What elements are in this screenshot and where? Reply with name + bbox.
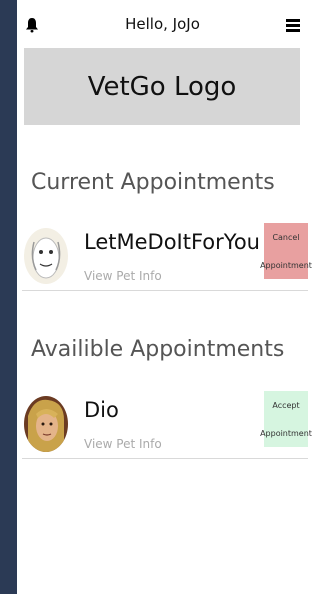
accept-appointment-button[interactable]: Accept Appointment — [260, 391, 312, 447]
view-pet-info-link[interactable]: View Pet Info — [84, 437, 162, 451]
cancel-button-label-2: Appointment — [260, 260, 312, 270]
accept-button-label: Accept — [272, 400, 300, 410]
top-bar: Hello, JoJo — [17, 0, 308, 48]
left-rail — [0, 0, 17, 594]
pet-name: Dio — [84, 398, 119, 422]
available-appointment-row: Dio View Pet Info Accept Appointment — [22, 390, 312, 459]
current-appointment-row: LetMeDoItForYou View Pet Info Cancel App… — [22, 222, 312, 291]
greeting-text: Hello, JoJo — [125, 15, 200, 33]
pet-avatar — [24, 396, 68, 452]
cancel-button-label: Cancel — [272, 232, 300, 242]
app-logo: VetGo Logo — [24, 48, 300, 125]
current-appointments-title: Current Appointments — [31, 170, 275, 195]
available-appointments-title: Availible Appointments — [31, 337, 285, 362]
view-pet-info-link[interactable]: View Pet Info — [84, 269, 162, 283]
hamburger-menu-icon[interactable] — [286, 19, 300, 33]
accept-button-label-2: Appointment — [260, 428, 312, 438]
app-screen: Hello, JoJo VetGo Logo Current Appointme… — [17, 0, 312, 594]
cancel-appointment-button[interactable]: Cancel Appointment — [260, 223, 312, 279]
pet-avatar — [24, 228, 68, 284]
pet-name: LetMeDoItForYou — [84, 230, 260, 254]
